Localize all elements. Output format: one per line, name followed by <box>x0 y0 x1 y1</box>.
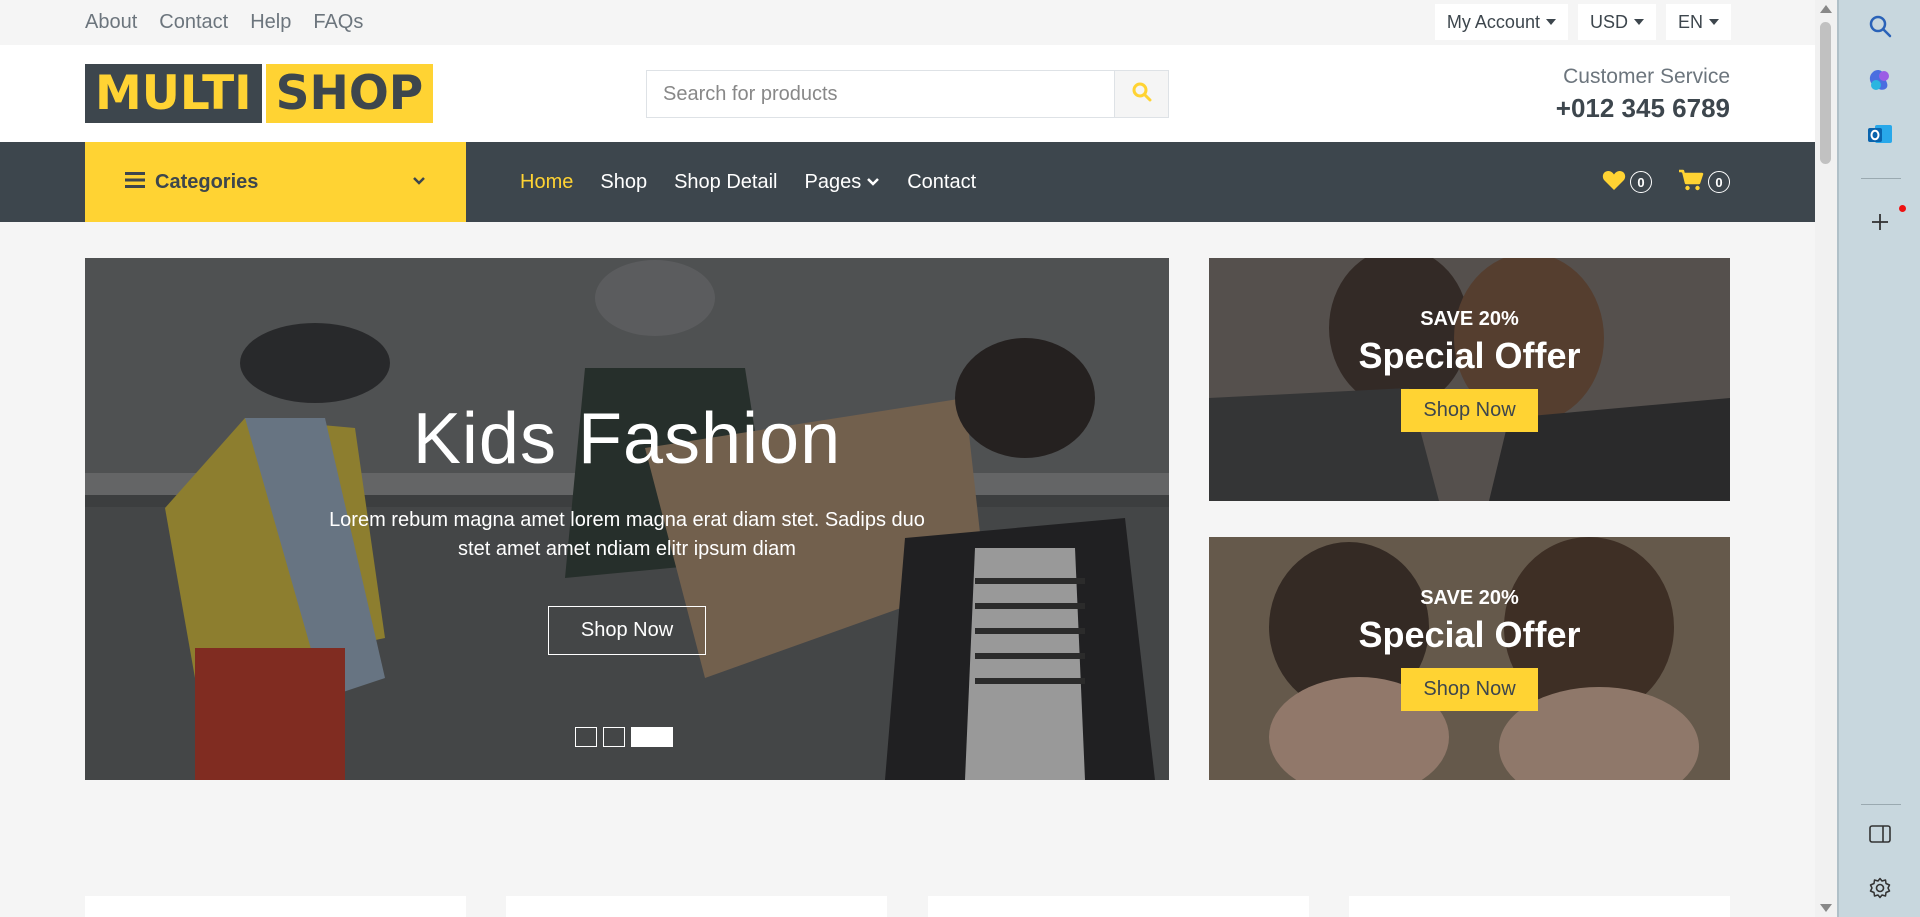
browser-sidebar <box>1837 0 1920 917</box>
my-account-dropdown[interactable]: My Account <box>1434 4 1568 40</box>
hero-caption: Kids Fashion Lorem rebum magna amet lore… <box>85 398 1169 655</box>
cart-button[interactable]: 0 <box>1678 169 1730 196</box>
top-bar: About Contact Help FAQs My Account USD E… <box>0 0 1815 45</box>
scroll-up-arrow-icon[interactable] <box>1820 5 1832 13</box>
search-input[interactable] <box>647 71 1114 117</box>
carousel-indicators <box>575 727 673 747</box>
search-form <box>646 70 1169 118</box>
nav-link-shop-detail[interactable]: Shop Detail <box>674 171 777 194</box>
notification-dot-icon <box>1899 205 1906 212</box>
nav-icons: 0 0 <box>1602 142 1730 222</box>
currency-label: USD <box>1589 11 1628 32</box>
main-navbar: Categories Home Shop Shop Detail Pages C… <box>0 142 1815 222</box>
page: About Contact Help FAQs My Account USD E… <box>0 0 1815 917</box>
customer-service: Customer Service +012 345 6789 <box>1556 65 1730 124</box>
chevron-down-icon <box>412 173 426 191</box>
feature-card-3 <box>928 896 1309 917</box>
special-offer-card-2: SAVE 20% Special Offer Shop Now <box>1209 537 1730 780</box>
sidebar-divider <box>1861 804 1901 805</box>
language-label: EN <box>1677 11 1703 32</box>
categories-label: Categories <box>155 170 259 193</box>
top-link-faqs[interactable]: FAQs <box>313 11 363 34</box>
carousel-indicator-2[interactable] <box>603 727 625 747</box>
chevron-down-icon <box>866 177 880 187</box>
search-icon <box>1132 82 1152 107</box>
caret-down-icon <box>1545 19 1556 25</box>
bars-icon <box>125 171 145 194</box>
logo[interactable]: MULTI SHOP <box>85 64 434 123</box>
my-account-label: My Account <box>1446 11 1540 32</box>
nav-links: Home Shop Shop Detail Pages Contact <box>520 142 976 222</box>
wishlist-button[interactable]: 0 <box>1602 169 1652 196</box>
currency-dropdown[interactable]: USD <box>1577 4 1656 40</box>
sidebar-divider <box>1861 178 1901 179</box>
offer-shop-now-button-2[interactable]: Shop Now <box>1401 668 1538 711</box>
add-icon[interactable] <box>1867 209 1893 235</box>
carousel-indicator-3[interactable] <box>631 727 673 747</box>
nav-link-pages[interactable]: Pages <box>804 171 880 194</box>
feature-card-1 <box>85 896 466 917</box>
hero-title: Kids Fashion <box>412 399 842 479</box>
offer-title-2: Special Offer <box>1358 614 1581 655</box>
outlook-icon[interactable] <box>1867 121 1893 147</box>
top-link-help[interactable]: Help <box>250 11 291 34</box>
search-button[interactable] <box>1114 71 1168 117</box>
carousel-indicator-1[interactable] <box>575 727 597 747</box>
top-link-contact[interactable]: Contact <box>159 11 228 34</box>
hero-carousel: Kids Fashion Lorem rebum magna amet lore… <box>85 258 1169 780</box>
nav-link-shop[interactable]: Shop <box>600 171 647 194</box>
logo-part-shop: SHOP <box>265 64 434 123</box>
nav-link-home[interactable]: Home <box>520 171 573 194</box>
offer-save-label-2: SAVE 20% <box>1420 587 1519 609</box>
cart-count-badge: 0 <box>1708 171 1730 193</box>
customer-service-label: Customer Service <box>1563 65 1730 88</box>
sidebar-search-icon[interactable] <box>1867 13 1893 39</box>
categories-toggle[interactable]: Categories <box>85 142 466 222</box>
wishlist-count-badge: 0 <box>1630 171 1652 193</box>
caret-down-icon <box>1709 19 1719 25</box>
feature-card-2 <box>506 896 887 917</box>
header: MULTI SHOP Customer Service +012 345 678… <box>0 45 1815 142</box>
scrollbar-thumb[interactable] <box>1820 22 1831 164</box>
customer-service-phone: +012 345 6789 <box>1555 93 1730 123</box>
offer-title-1: Special Offer <box>1358 335 1581 376</box>
nav-link-contact[interactable]: Contact <box>907 171 976 194</box>
top-dropdowns: My Account USD EN <box>1434 4 1731 40</box>
offer-save-label-1: SAVE 20% <box>1420 308 1519 330</box>
top-links: About Contact Help FAQs <box>85 0 363 45</box>
special-offer-card-1: SAVE 20% Special Offer Shop Now <box>1209 258 1730 501</box>
language-dropdown[interactable]: EN <box>1665 4 1731 40</box>
nav-link-pages-label: Pages <box>804 170 862 193</box>
page-scrollbar[interactable] <box>1815 0 1837 917</box>
sidebar-panel-icon[interactable] <box>1867 821 1893 847</box>
heart-icon <box>1602 169 1626 196</box>
settings-gear-icon[interactable] <box>1867 875 1893 901</box>
caret-down-icon <box>1633 19 1644 25</box>
copilot-icon[interactable] <box>1867 67 1893 93</box>
hero-shop-now-button[interactable]: Shop Now <box>547 606 707 655</box>
logo-part-multi: MULTI <box>85 64 262 123</box>
offer-shop-now-button-1[interactable]: Shop Now <box>1401 389 1538 432</box>
scroll-down-arrow-icon[interactable] <box>1820 904 1832 912</box>
offer-caption-2: SAVE 20% Special Offer Shop Now <box>1209 587 1730 711</box>
cart-icon <box>1678 169 1704 196</box>
top-link-about[interactable]: About <box>85 11 137 34</box>
feature-card-4 <box>1349 896 1730 917</box>
hero-text: Lorem rebum magna amet lorem magna erat … <box>329 509 925 560</box>
offer-caption-1: SAVE 20% Special Offer Shop Now <box>1209 308 1730 432</box>
